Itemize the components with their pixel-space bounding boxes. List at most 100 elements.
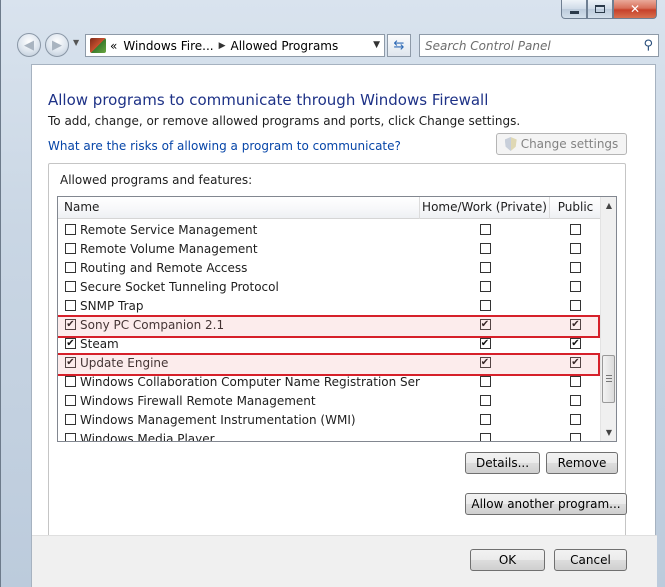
maximize-button[interactable] — [587, 0, 613, 19]
public-cell — [550, 243, 601, 254]
scroll-thumb[interactable] — [602, 355, 615, 403]
table-row[interactable]: Secure Socket Tunneling Protocol — [58, 277, 601, 296]
program-enabled-checkbox[interactable]: ✔ — [65, 338, 76, 349]
home-work-checkbox[interactable] — [479, 395, 491, 406]
public-checkbox[interactable] — [570, 376, 581, 387]
risks-help-link[interactable]: What are the risks of allowing a program… — [48, 139, 401, 153]
remove-button[interactable]: Remove — [546, 452, 618, 474]
column-header-home-work[interactable]: Home/Work (Private) — [420, 197, 550, 219]
program-name-cell: Remote Volume Management — [58, 242, 420, 256]
table-row[interactable]: Routing and Remote Access — [58, 258, 601, 277]
home-work-checkbox[interactable] — [479, 376, 491, 387]
ok-button[interactable]: OK — [470, 549, 545, 571]
home-work-checkbox[interactable] — [479, 262, 491, 273]
home-work-checkbox[interactable] — [479, 243, 491, 254]
scroll-up-icon[interactable]: ▲ — [601, 197, 616, 214]
forward-button[interactable]: ▶ — [45, 33, 69, 57]
breadcrumb-allowed-programs[interactable]: Allowed Programs — [231, 39, 339, 53]
home-work-checkbox[interactable] — [479, 300, 491, 311]
column-header-public[interactable]: Public — [550, 197, 601, 219]
public-checkbox[interactable] — [570, 224, 581, 235]
minimize-button[interactable] — [561, 0, 587, 19]
program-enabled-checkbox[interactable] — [65, 281, 76, 292]
change-settings-button[interactable]: Change settings — [496, 133, 627, 155]
public-checkbox[interactable] — [570, 395, 581, 406]
program-name-cell: Windows Firewall Remote Management — [58, 394, 420, 408]
home-work-checkbox[interactable]: ✔ — [479, 319, 491, 330]
details-button[interactable]: Details... — [465, 452, 540, 474]
navigation-bar: ◀ ▶ ▼ « Windows Fire... ▶ Allowed Progra… — [15, 30, 659, 60]
allow-another-program-button[interactable]: Allow another program... — [465, 493, 627, 515]
home-work-checkbox[interactable]: ✔ — [479, 338, 491, 349]
public-checkbox[interactable] — [570, 281, 581, 292]
forward-arrow-icon: ▶ — [52, 37, 62, 53]
public-checkbox[interactable] — [570, 300, 581, 311]
list-scrollbar[interactable]: ▲ ▼ — [600, 197, 616, 441]
program-enabled-checkbox[interactable] — [65, 376, 76, 387]
public-checkbox[interactable] — [570, 433, 581, 441]
public-checkbox[interactable] — [570, 262, 581, 273]
table-row[interactable]: ✔ Sony PC Companion 2.1 ✔ ✔ — [58, 315, 601, 338]
scroll-down-icon[interactable]: ▼ — [601, 424, 616, 441]
public-checkbox[interactable] — [570, 243, 581, 254]
program-enabled-checkbox[interactable] — [65, 395, 76, 406]
close-icon: ✕ — [629, 2, 641, 16]
public-cell: ✔ — [550, 338, 601, 349]
home-work-checkbox[interactable] — [479, 281, 491, 292]
program-name-cell: Windows Media Player — [58, 432, 420, 441]
home-work-cell: ✔ — [420, 338, 550, 349]
home-work-cell — [420, 376, 550, 387]
allowed-programs-list[interactable]: Name Home/Work (Private) Public Remote S… — [57, 196, 617, 442]
home-work-checkbox[interactable] — [479, 433, 491, 441]
address-dropdown-chevron-down-icon[interactable]: ▼ — [373, 40, 380, 50]
breadcrumb-windows-firewall[interactable]: Windows Fire... — [123, 39, 213, 53]
uac-shield-icon — [504, 137, 517, 151]
table-row[interactable]: ✔ Steam ✔ ✔ — [58, 334, 601, 353]
search-icon[interactable]: ⚲ — [643, 38, 653, 53]
table-row[interactable]: Remote Service Management — [58, 220, 601, 239]
program-enabled-checkbox[interactable] — [65, 433, 76, 441]
recent-pages-chevron-down-icon[interactable]: ▼ — [73, 38, 79, 47]
home-work-checkbox[interactable] — [479, 414, 491, 425]
column-header-name[interactable]: Name — [58, 197, 420, 219]
home-work-checkbox[interactable]: ✔ — [479, 357, 491, 368]
public-checkbox[interactable]: ✔ — [570, 357, 581, 368]
table-row[interactable]: SNMP Trap — [58, 296, 601, 315]
program-enabled-checkbox[interactable] — [65, 414, 76, 425]
program-enabled-checkbox[interactable] — [65, 224, 76, 235]
public-checkbox[interactable] — [570, 414, 581, 425]
public-checkbox[interactable]: ✔ — [570, 338, 581, 349]
home-work-cell: ✔ — [420, 319, 550, 330]
breadcrumb-separator-icon[interactable]: ▶ — [219, 41, 226, 51]
refresh-button[interactable]: ⇆ — [387, 34, 411, 57]
public-checkbox[interactable]: ✔ — [570, 319, 581, 330]
table-row[interactable]: ✔ Update Engine ✔ ✔ — [58, 353, 601, 376]
change-settings-label: Change settings — [520, 137, 619, 151]
table-row[interactable]: Remote Volume Management — [58, 239, 601, 258]
list-header: Name Home/Work (Private) Public — [58, 197, 601, 219]
program-enabled-checkbox[interactable]: ✔ — [65, 357, 76, 368]
program-name: Sony PC Companion 2.1 — [80, 317, 225, 332]
table-row[interactable]: Windows Firewall Remote Management — [58, 391, 601, 410]
program-name: Remote Volume Management — [80, 241, 258, 256]
public-cell: ✔ — [550, 319, 601, 330]
home-work-cell — [420, 281, 550, 292]
window-frame: ✕ ◀ ▶ ▼ « Windows Fire... ▶ Allowed Prog… — [0, 0, 665, 587]
search-input[interactable] — [425, 38, 625, 53]
table-row[interactable]: Windows Collaboration Computer Name Regi… — [58, 372, 601, 391]
breadcrumb-prefix[interactable]: « — [110, 39, 117, 53]
refresh-icon: ⇆ — [393, 38, 405, 53]
program-enabled-checkbox[interactable] — [65, 300, 76, 311]
program-enabled-checkbox[interactable]: ✔ — [65, 319, 76, 330]
home-work-checkbox[interactable] — [479, 224, 491, 235]
cancel-button[interactable]: Cancel — [554, 549, 627, 571]
program-enabled-checkbox[interactable] — [65, 262, 76, 273]
program-name-cell: ✔ Update Engine — [58, 356, 420, 370]
close-button[interactable]: ✕ — [613, 0, 657, 19]
program-name: Steam — [80, 336, 119, 351]
address-bar[interactable]: « Windows Fire... ▶ Allowed Programs ▼ — [85, 34, 385, 57]
table-row[interactable]: Windows Media Player — [58, 429, 601, 441]
program-enabled-checkbox[interactable] — [65, 243, 76, 254]
table-row[interactable]: Windows Management Instrumentation (WMI) — [58, 410, 601, 429]
back-button[interactable]: ◀ — [17, 33, 41, 57]
